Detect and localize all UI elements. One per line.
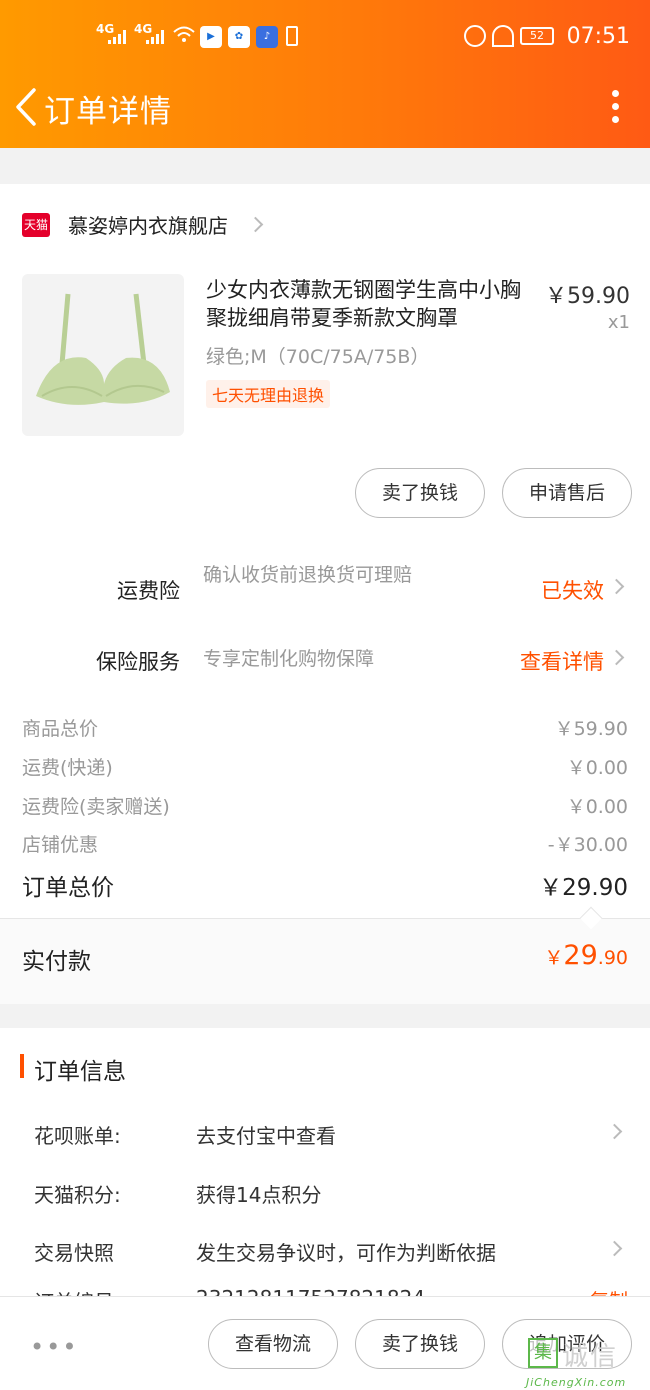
shop-name: 慕姿婷内衣旗舰店 bbox=[68, 214, 228, 238]
chevron-right-icon[interactable] bbox=[606, 1240, 623, 1257]
shipping-fee-label: 运费(快递) bbox=[22, 757, 113, 779]
product-image[interactable] bbox=[22, 274, 184, 436]
watermark-logo-icon: 集 bbox=[528, 1338, 558, 1368]
view-logistics-button[interactable]: 查看物流 bbox=[208, 1319, 338, 1369]
paid-amount-label: 实付款 bbox=[22, 949, 91, 975]
more-actions-button[interactable]: ••• bbox=[30, 1333, 78, 1361]
sell-button[interactable]: 卖了换钱 bbox=[355, 468, 485, 518]
charging-icon bbox=[286, 26, 298, 46]
chevron-right-icon bbox=[247, 216, 264, 233]
trade-snapshot-label: 交易快照 bbox=[34, 1241, 114, 1265]
watermark-text: 诚信 bbox=[562, 1342, 619, 1372]
currency-symbol: ￥ bbox=[544, 947, 564, 969]
music-app-icon: ♪ bbox=[256, 26, 278, 48]
insurance-service-label: 保险服务 bbox=[96, 650, 180, 674]
youku-app-icon: ▶ bbox=[200, 26, 222, 48]
tmall-points-label: 天猫积分: bbox=[34, 1183, 121, 1207]
order-total-label: 订单总价 bbox=[22, 875, 114, 901]
after-sale-button[interactable]: 申请售后 bbox=[502, 468, 632, 518]
chevron-right-icon bbox=[608, 578, 625, 595]
shipping-fee-value: ￥0.00 bbox=[566, 757, 628, 779]
order-info-card: 订单信息 花呗账单: 去支付宝中查看 天猫积分: 获得14点积分 交易快照 发生… bbox=[0, 1028, 650, 1318]
shipping-insurance-desc: 确认收货前退换货可理赔 bbox=[203, 564, 413, 586]
signal-bars-1-icon bbox=[108, 28, 126, 44]
divider bbox=[0, 918, 650, 919]
product-title[interactable]: 少女内衣薄款无钢圈学生高中小胸聚拢细肩带夏季新款文胸罩 bbox=[206, 276, 536, 332]
alarm-icon bbox=[464, 25, 486, 47]
tmall-badge-icon: 天猫 bbox=[22, 212, 50, 237]
signal-bars-2-icon bbox=[146, 28, 164, 44]
sell-button-bottom[interactable]: 卖了换钱 bbox=[355, 1319, 485, 1369]
status-bar: 4G 4G ▶ ✿ ♪ 52 07:51 bbox=[0, 22, 650, 54]
speed-icon bbox=[492, 25, 514, 47]
shipping-insurance-status-link[interactable]: 已失效 bbox=[541, 575, 604, 605]
page-title: 订单详情 bbox=[44, 94, 172, 130]
watermark-url: JiChengXin.com bbox=[526, 1376, 627, 1389]
huabei-bill-value[interactable]: 去支付宝中查看 bbox=[196, 1120, 336, 1149]
chevron-right-icon bbox=[608, 649, 625, 666]
store-discount-value: -￥30.00 bbox=[547, 834, 628, 856]
shipping-insurance-fee-label: 运费险(卖家赠送) bbox=[22, 796, 170, 818]
back-button[interactable] bbox=[12, 86, 46, 128]
product-quantity: x1 bbox=[607, 312, 630, 333]
baidu-app-icon: ✿ bbox=[228, 26, 250, 48]
section-accent-bar bbox=[20, 1054, 24, 1078]
product-price: ￥59.90 bbox=[545, 284, 630, 309]
return-policy-tag: 七天无理由退换 bbox=[206, 380, 331, 408]
header-bar: 4G 4G ▶ ✿ ♪ 52 07:51 订单详情 bbox=[0, 0, 650, 148]
store-discount-label: 店铺优惠 bbox=[22, 834, 99, 856]
battery-icon: 52 bbox=[520, 27, 554, 45]
order-card: 天猫 慕姿婷内衣旗舰店 少女内衣薄款无钢圈学生高中小胸聚拢细肩带夏季新款文胸罩 … bbox=[0, 184, 650, 1004]
more-menu-button[interactable] bbox=[608, 86, 622, 128]
paid-amount-integer: 29 bbox=[563, 940, 598, 971]
wifi-icon bbox=[172, 24, 196, 44]
watermark: 集 诚信 JiChengXin.com bbox=[526, 1336, 646, 1390]
nav-bar: 订单详情 bbox=[0, 80, 650, 132]
clock-time: 07:51 bbox=[566, 24, 630, 49]
insurance-details-link[interactable]: 查看详情 bbox=[520, 646, 604, 676]
subtotal-label: 商品总价 bbox=[22, 718, 99, 740]
paid-amount-decimal: .90 bbox=[597, 947, 628, 969]
shipping-insurance-fee-value: ￥0.00 bbox=[566, 796, 628, 818]
chevron-left-icon bbox=[16, 88, 36, 126]
bra-image bbox=[36, 293, 170, 405]
shipping-insurance-label: 运费险 bbox=[117, 579, 180, 603]
order-total-value: ￥29.90 bbox=[539, 875, 628, 901]
trade-snapshot-value[interactable]: 发生交易争议时，可作为判断依据 bbox=[196, 1237, 496, 1266]
huabei-bill-label: 花呗账单: bbox=[34, 1124, 121, 1148]
shop-row[interactable]: 天猫 慕姿婷内衣旗舰店 bbox=[22, 210, 264, 239]
paid-amount-value: ￥29.90 bbox=[544, 940, 628, 971]
chevron-right-icon[interactable] bbox=[606, 1123, 623, 1140]
insurance-service-desc: 专享定制化购物保障 bbox=[203, 648, 375, 670]
order-info-title: 订单信息 bbox=[34, 1059, 126, 1085]
subtotal-value: ￥59.90 bbox=[554, 718, 628, 740]
tmall-points-value: 获得14点积分 bbox=[196, 1183, 322, 1207]
product-sku: 绿色;M（70C/75A/75B） bbox=[206, 346, 430, 368]
